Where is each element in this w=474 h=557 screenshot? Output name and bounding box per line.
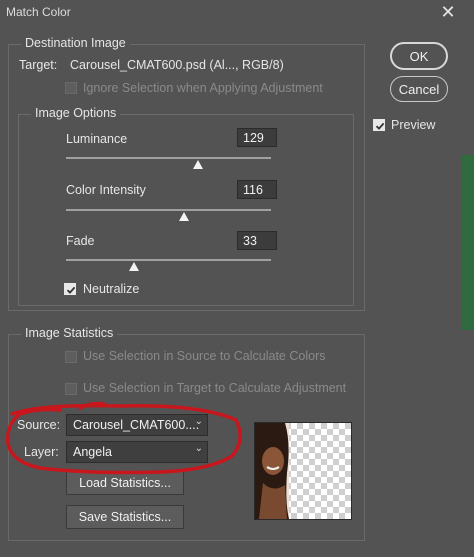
red-annotation-scribble: [6, 401, 242, 475]
